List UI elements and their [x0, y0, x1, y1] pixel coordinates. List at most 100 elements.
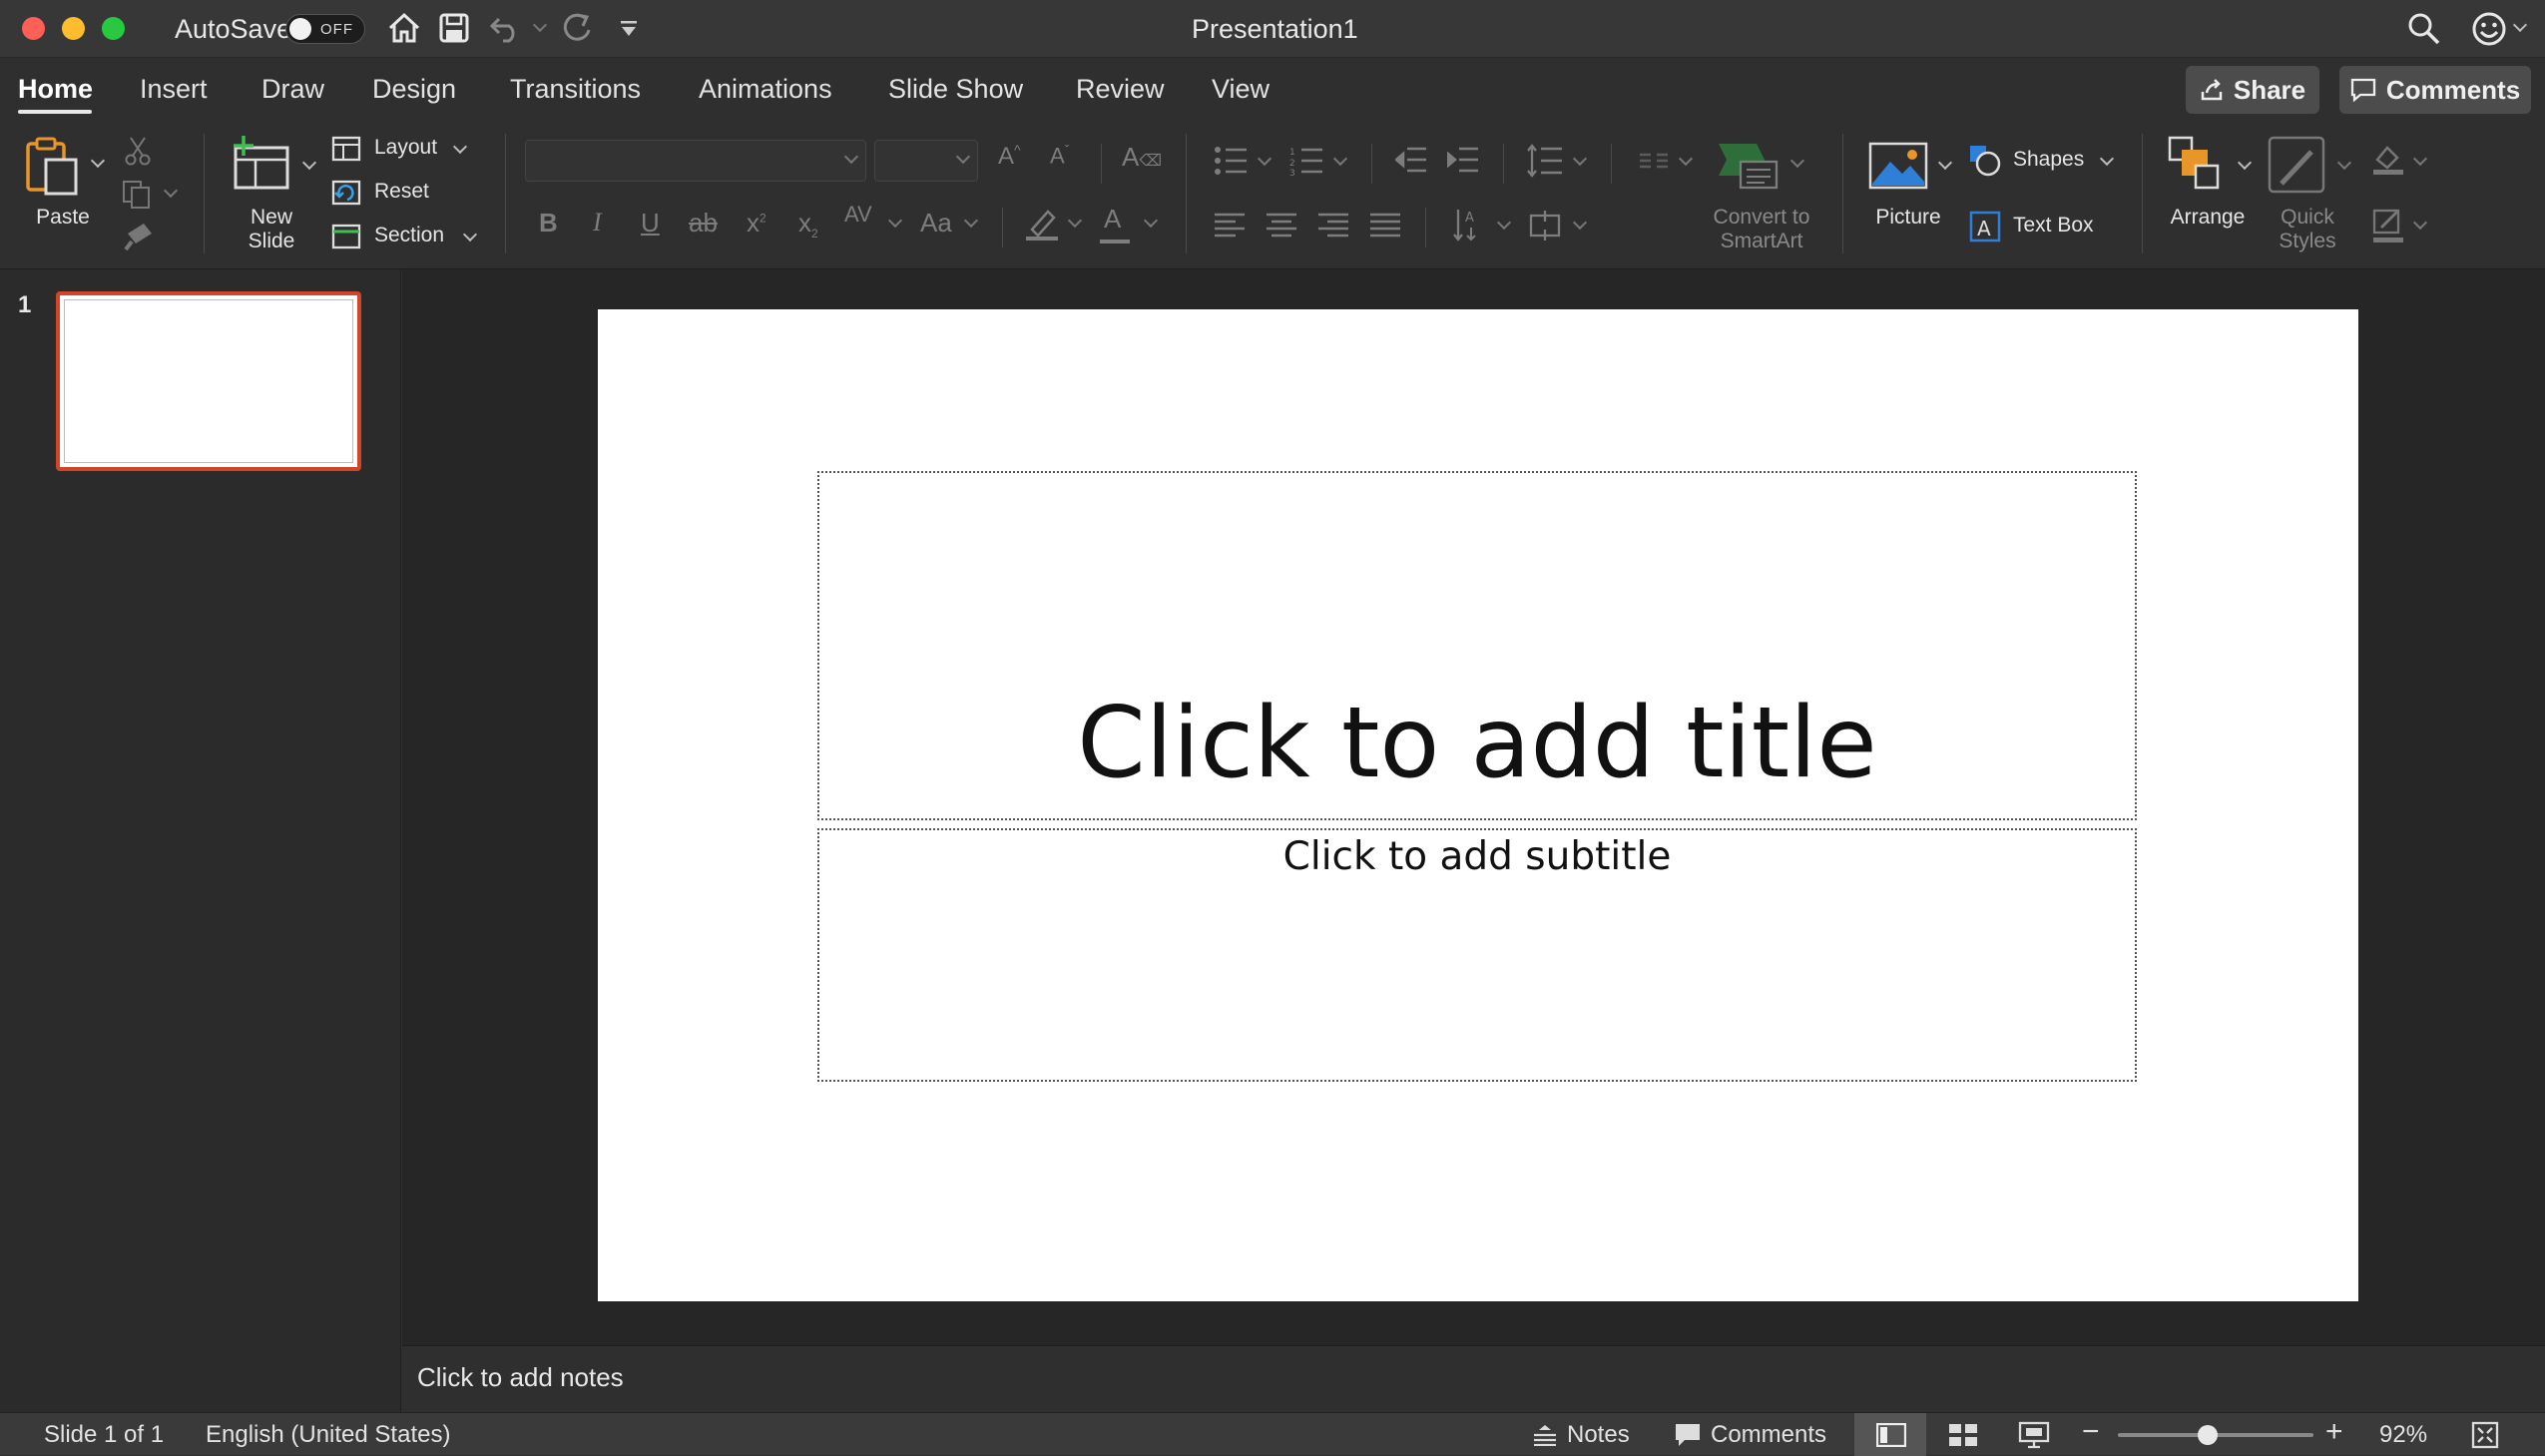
change-case-button[interactable]: Aa — [920, 208, 952, 239]
justify-icon[interactable] — [1369, 212, 1401, 240]
layout-icon[interactable] — [331, 136, 361, 162]
quick-styles-icon[interactable] — [2268, 136, 2327, 198]
align-left-icon[interactable] — [1214, 212, 1246, 240]
undo-icon[interactable] — [489, 13, 523, 43]
feedback-dropdown-icon[interactable] — [2512, 17, 2528, 33]
notes-placeholder: Click to add notes — [417, 1362, 624, 1392]
new-slide-icon[interactable] — [228, 134, 291, 196]
decrease-indent-icon[interactable] — [1395, 146, 1427, 174]
tab-review[interactable]: Review — [1076, 74, 1165, 105]
subtitle-placeholder[interactable]: Click to add subtitle — [817, 828, 2137, 1082]
section-label[interactable]: Section — [374, 224, 444, 247]
search-icon[interactable] — [2407, 12, 2441, 46]
tab-home[interactable]: Home — [18, 74, 93, 105]
clear-formatting-icon[interactable]: A⌫ — [1122, 142, 1162, 173]
align-right-icon[interactable] — [1317, 212, 1349, 240]
zoom-level[interactable]: 92% — [2379, 1421, 2427, 1449]
italic-button[interactable]: I — [593, 208, 602, 238]
align-center-icon[interactable] — [1266, 212, 1297, 240]
normal-view-button[interactable] — [1854, 1413, 1926, 1456]
decrease-font-icon[interactable]: Aˇ — [1050, 142, 1069, 169]
zoom-window-button[interactable] — [102, 17, 125, 40]
convert-smartart-icon[interactable] — [1717, 140, 1779, 190]
tab-slide-show[interactable]: Slide Show — [888, 74, 1023, 105]
slide[interactable]: Click to add title Click to add subtitle — [598, 309, 2358, 1301]
slide-thumbnail[interactable] — [56, 291, 361, 471]
fit-to-window-icon[interactable] — [2471, 1421, 2499, 1449]
cut-icon[interactable] — [124, 136, 152, 166]
save-icon[interactable] — [439, 13, 469, 43]
superscript-button[interactable]: x2 — [747, 208, 766, 239]
reset-label[interactable]: Reset — [374, 180, 429, 204]
section-icon[interactable] — [331, 224, 361, 249]
title-placeholder[interactable]: Click to add title — [817, 471, 2137, 820]
zoom-out-button[interactable]: − — [2082, 1415, 2100, 1449]
increase-indent-icon[interactable] — [1447, 146, 1479, 174]
font-name-box[interactable] — [525, 140, 866, 182]
undo-dropdown-icon[interactable] — [532, 17, 548, 33]
shape-fill-icon[interactable] — [2371, 142, 2405, 176]
feedback-smiley-icon[interactable] — [2471, 11, 2507, 47]
share-button[interactable]: Share — [2186, 66, 2319, 114]
highlight-icon[interactable] — [1024, 206, 1060, 242]
zoom-in-button[interactable]: + — [2325, 1415, 2343, 1449]
convert-label-1: Convert to — [1713, 206, 1810, 229]
shapes-dropdown-icon[interactable] — [2099, 151, 2115, 167]
arrange-icon[interactable] — [2168, 136, 2224, 196]
ribbon-separator — [1842, 134, 1843, 253]
bullets-icon[interactable] — [1214, 146, 1248, 176]
line-spacing-icon[interactable] — [1527, 144, 1563, 178]
layout-label[interactable]: Layout — [374, 136, 437, 160]
ribbon-separator — [1101, 144, 1102, 184]
slide-sorter-icon[interactable] — [1948, 1423, 1978, 1447]
comments-button[interactable]: Comments — [2339, 66, 2531, 114]
reset-icon[interactable] — [331, 180, 361, 206]
character-spacing-button[interactable]: AV — [844, 202, 872, 228]
text-box-icon[interactable]: A — [1968, 210, 2002, 243]
comments-toggle-button[interactable]: Comments — [1675, 1413, 1826, 1456]
autosave-toggle[interactable]: OFF — [285, 14, 365, 44]
tab-draw[interactable]: Draw — [261, 74, 324, 105]
shapes-label[interactable]: Shapes — [2013, 148, 2084, 172]
paste-icon[interactable] — [24, 136, 80, 198]
tab-transitions[interactable]: Transitions — [510, 74, 641, 105]
customize-toolbar-icon[interactable] — [619, 20, 639, 38]
new-slide-dropdown-icon[interactable] — [301, 155, 317, 171]
numbering-dropdown-icon — [1332, 151, 1348, 167]
strikethrough-button[interactable]: ab — [689, 208, 718, 239]
font-color-button[interactable]: A — [1104, 204, 1121, 235]
shapes-icon[interactable] — [1968, 144, 2002, 178]
tab-view[interactable]: View — [1212, 74, 1270, 105]
text-box-label[interactable]: Text Box — [2013, 214, 2094, 238]
layout-dropdown-icon[interactable] — [452, 139, 468, 155]
copy-icon[interactable] — [122, 180, 154, 210]
picture-dropdown-icon[interactable] — [1937, 155, 1953, 171]
notes-pane[interactable]: Click to add notes — [402, 1345, 2545, 1412]
columns-icon[interactable] — [1639, 152, 1669, 170]
close-window-button[interactable] — [22, 17, 45, 40]
shape-outline-icon[interactable] — [2371, 208, 2405, 243]
tab-insert[interactable]: Insert — [140, 74, 208, 105]
notes-toggle-button[interactable]: Notes — [1533, 1413, 1630, 1456]
bold-button[interactable]: B — [539, 208, 558, 239]
paste-dropdown-icon[interactable] — [90, 153, 106, 169]
picture-icon[interactable] — [1868, 142, 1928, 190]
language-indicator[interactable]: English (United States) — [206, 1421, 450, 1449]
redo-icon[interactable] — [561, 12, 595, 44]
tab-design[interactable]: Design — [372, 74, 456, 105]
align-text-icon[interactable] — [1527, 210, 1563, 242]
minimize-window-button[interactable] — [62, 17, 85, 40]
format-painter-icon[interactable] — [122, 220, 156, 251]
section-dropdown-icon[interactable] — [462, 227, 478, 243]
tab-animations[interactable]: Animations — [699, 74, 832, 105]
home-icon[interactable] — [387, 12, 421, 44]
zoom-slider-knob[interactable] — [2198, 1425, 2219, 1445]
arrange-dropdown-icon[interactable] — [2237, 155, 2253, 171]
reading-view-icon[interactable] — [2018, 1421, 2050, 1449]
increase-font-icon[interactable]: A^ — [998, 142, 1021, 171]
underline-button[interactable]: U — [641, 208, 660, 239]
subscript-button[interactable]: x2 — [798, 208, 818, 241]
copy-dropdown-icon[interactable] — [163, 183, 179, 199]
text-direction-icon[interactable]: A — [1453, 208, 1485, 242]
numbering-icon[interactable]: 1 2 3 — [1289, 146, 1323, 176]
